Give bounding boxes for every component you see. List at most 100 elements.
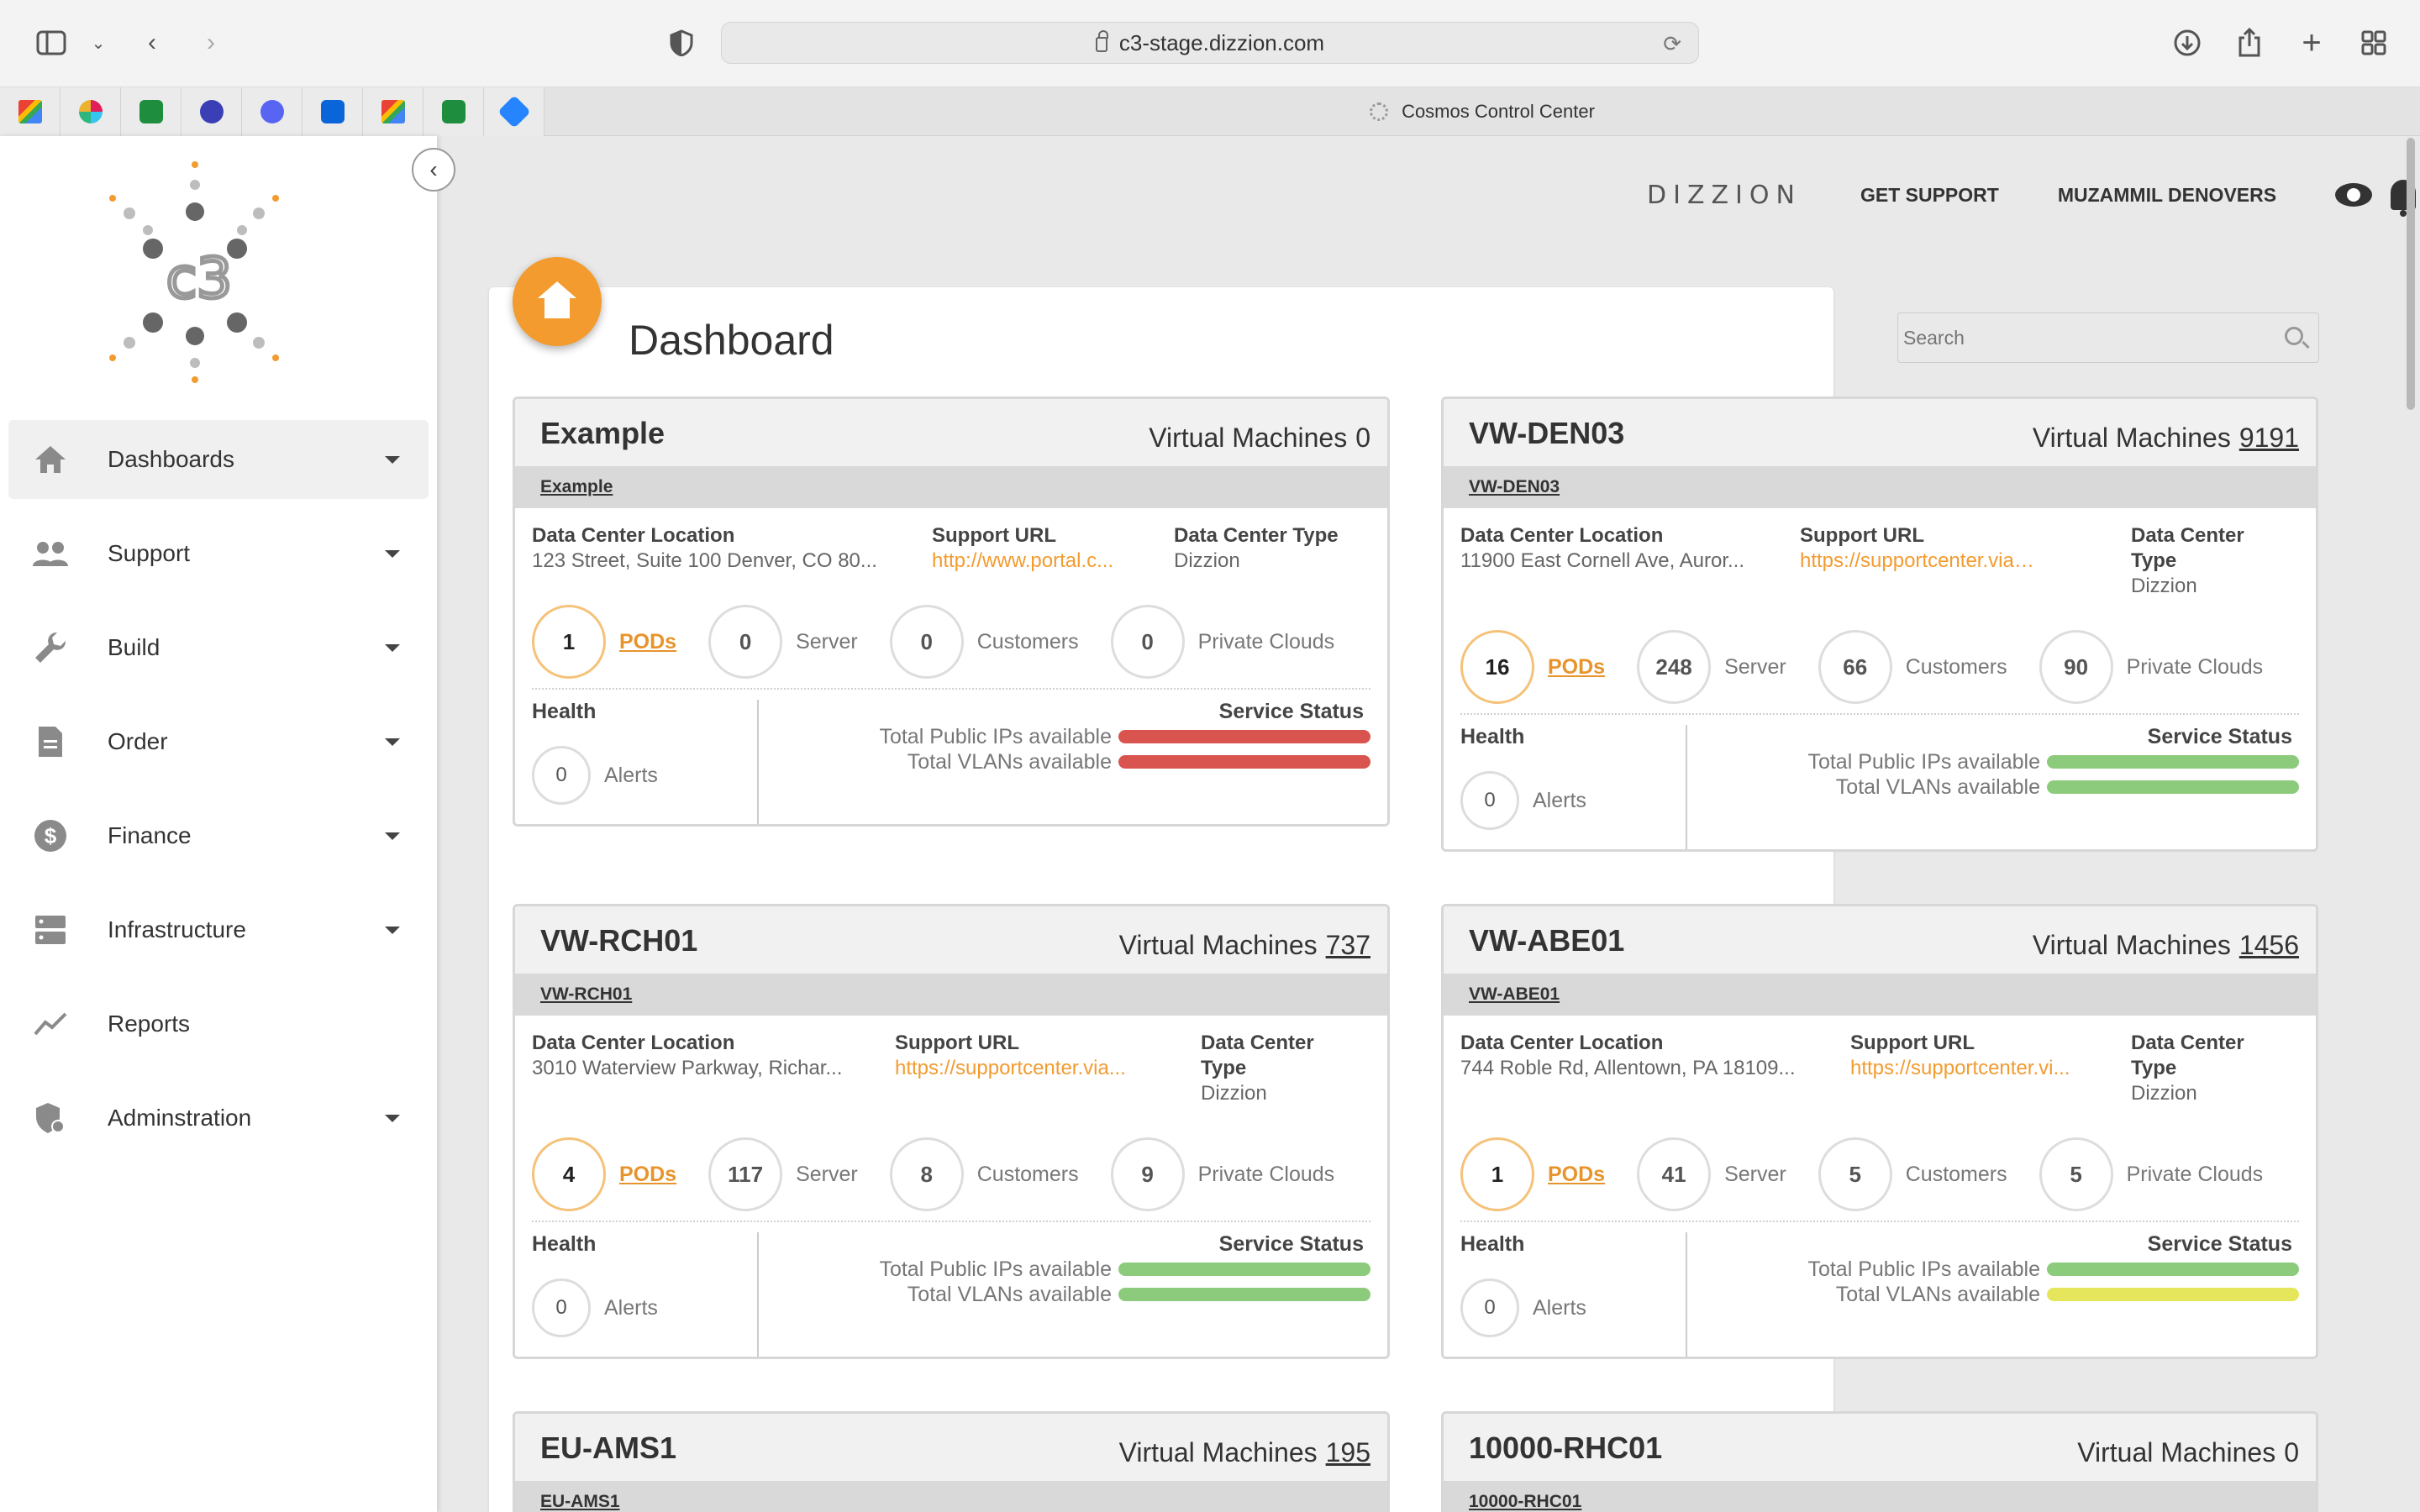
privacy-shield-icon[interactable] — [664, 25, 699, 60]
collapse-sidebar-button[interactable]: ‹ — [412, 148, 455, 192]
support-url-label: Support URL — [1850, 1032, 1975, 1054]
alerts-stat: 0 Alerts — [1460, 1278, 1686, 1337]
sidebar-toggle-icon[interactable] — [34, 25, 69, 60]
card-header: VW-DEN03 Virtual Machines 9191 — [1444, 399, 2316, 466]
support-url-link[interactable]: https://supportcenter.via... — [895, 1056, 1147, 1081]
c3-logo: c3 — [109, 161, 279, 383]
discord-icon — [260, 100, 284, 123]
document-icon — [32, 723, 69, 760]
page-scrollbar[interactable] — [2405, 138, 2417, 1512]
private-clouds-stat: 9 Private Clouds — [1110, 1137, 1334, 1211]
health-section: Health 0 Alerts — [1460, 1232, 1687, 1357]
user-menu[interactable]: MUZAMMIL DENOVERS — [2058, 184, 2276, 207]
pinned-tab-linear[interactable] — [182, 87, 242, 136]
location-value: 123 Street, Suite 100 Denver, CO 80... — [532, 549, 877, 572]
pods-count: 16 — [1460, 630, 1534, 704]
sidebar-item-dashboards[interactable]: Dashboards — [8, 420, 429, 499]
top-header: DIZZION GET SUPPORT MUZAMMIL DENOVERS — [1647, 165, 2417, 225]
card-subtitle-link[interactable]: EU-AMS1 — [515, 1481, 1387, 1512]
pinned-tab-gmail[interactable] — [0, 87, 60, 136]
pods-link[interactable]: PODs — [1548, 1163, 1605, 1187]
pinned-tabs — [0, 87, 544, 136]
location-column: Data Center Location 123 Street, Suite 10… — [532, 523, 902, 574]
eye-icon[interactable] — [2335, 183, 2373, 207]
location-column: Data Center Location 744 Roble Rd, Allent… — [1460, 1031, 1813, 1081]
sidebar-item-order[interactable]: Order — [8, 702, 429, 781]
alerts-count: 0 — [1460, 771, 1519, 830]
sidebar-item-finance[interactable]: $ Finance — [8, 796, 429, 875]
search-input[interactable] — [1898, 313, 2318, 362]
support-url-link[interactable]: https://supportcenter.viawe... — [1800, 549, 2044, 574]
sidebar-item-adminstration[interactable]: Adminstration — [8, 1079, 429, 1158]
dc-type-label-line1: Data Center — [2131, 1032, 2244, 1054]
card-subtitle-link[interactable]: Example — [515, 466, 1387, 508]
pinned-tab-sheets-2[interactable] — [424, 87, 484, 136]
home-button[interactable] — [513, 257, 602, 346]
forward-icon[interactable]: › — [193, 25, 229, 60]
linear-icon — [199, 100, 224, 123]
pods-link[interactable]: PODs — [619, 630, 676, 654]
scrollbar-thumb[interactable] — [2407, 138, 2415, 410]
tab-overview-icon[interactable] — [2356, 25, 2391, 60]
vm-count-link[interactable]: 9191 — [2239, 423, 2299, 453]
sidebar-item-build[interactable]: Build — [8, 608, 429, 687]
alerts-stat: 0 Alerts — [532, 1278, 757, 1337]
pinned-tab-discord[interactable] — [242, 87, 302, 136]
vm-count: Virtual Machines 737 — [1119, 930, 1370, 961]
customers-label: Customers — [976, 1162, 1079, 1186]
browser-toolbar: ⌄ ‹ › c3-stage.dizzion.com ⟳ + — [0, 0, 2420, 87]
public-ips-label: Total Public IPs available — [1807, 749, 2040, 774]
pods-link[interactable]: PODs — [619, 1163, 676, 1187]
private-clouds-stat: 0 Private Clouds — [1110, 605, 1334, 679]
location-label: Data Center Location — [532, 1032, 735, 1054]
search-icon[interactable] — [2285, 327, 2303, 345]
service-status-label: Service Status — [1218, 1232, 1364, 1256]
pods-link[interactable]: PODs — [1548, 655, 1605, 680]
vlans-bar — [1118, 755, 1370, 769]
vm-count-link[interactable]: 1456 — [2239, 930, 2299, 960]
tab-title: Cosmos Control Center — [1402, 101, 1595, 122]
get-support-link[interactable]: GET SUPPORT — [1860, 184, 1999, 207]
location-label: Data Center Location — [532, 524, 735, 547]
pinned-tab-jira[interactable] — [484, 87, 544, 136]
public-ips-bar — [2047, 755, 2299, 769]
card-subtitle-link[interactable]: 10000-RHC01 — [1444, 1481, 2316, 1512]
share-icon[interactable] — [2232, 25, 2267, 60]
card-subtitle-link[interactable]: VW-RCH01 — [515, 974, 1387, 1016]
sidebar-item-infrastructure[interactable]: Infrastructure — [8, 890, 429, 969]
public-ips-label: Total Public IPs available — [879, 724, 1112, 748]
card-subtitle-link[interactable]: VW-ABE01 — [1444, 974, 2316, 1016]
dc-type-column: Data Center Type Dizzion — [2131, 523, 2299, 599]
vm-count-link[interactable]: 737 — [1326, 930, 1370, 960]
sidebar-item-reports[interactable]: Reports — [8, 984, 429, 1063]
card-subtitle-link[interactable]: VW-DEN03 — [1444, 466, 2316, 508]
vlans-label: Total VLANs available — [1835, 774, 2040, 799]
back-icon[interactable]: ‹ — [134, 25, 170, 60]
support-url-link[interactable]: http://www.portal.c... — [932, 549, 1134, 574]
customers-label: Customers — [1905, 654, 2007, 679]
location-label: Data Center Location — [1460, 524, 1664, 547]
tab-strip: Cosmos Control Center — [0, 87, 2420, 136]
new-tab-icon[interactable]: + — [2294, 24, 2329, 61]
vm-count-link[interactable]: 195 — [1326, 1437, 1370, 1467]
chevron-down-icon[interactable]: ⌄ — [81, 25, 116, 60]
pinned-tab-gmail-2[interactable] — [363, 87, 424, 136]
pinned-tab-sheets[interactable] — [121, 87, 182, 136]
active-tab[interactable]: Cosmos Control Center — [544, 87, 2420, 136]
vlans-label: Total VLANs available — [907, 749, 1112, 774]
public-ips-row: Total Public IPs available — [879, 1257, 1370, 1282]
admin-icon — [32, 1100, 69, 1137]
download-icon[interactable] — [2170, 25, 2205, 60]
svg-text:$: $ — [45, 823, 57, 848]
support-url-link[interactable]: https://supportcenter.vi... — [1850, 1056, 2089, 1081]
address-bar[interactable]: c3-stage.dizzion.com ⟳ — [721, 22, 1699, 64]
pinned-tab-slack[interactable] — [60, 87, 121, 136]
service-status-label: Service Status — [2147, 1232, 2292, 1256]
sheets-icon — [441, 100, 466, 123]
sidebar-item-support[interactable]: Support — [8, 514, 429, 593]
public-ips-bar — [1118, 730, 1370, 743]
reload-icon[interactable]: ⟳ — [1663, 31, 1681, 57]
support-url-label: Support URL — [895, 1032, 1019, 1054]
alerts-label: Alerts — [1533, 1295, 1586, 1320]
pinned-tab-trello[interactable] — [302, 87, 363, 136]
